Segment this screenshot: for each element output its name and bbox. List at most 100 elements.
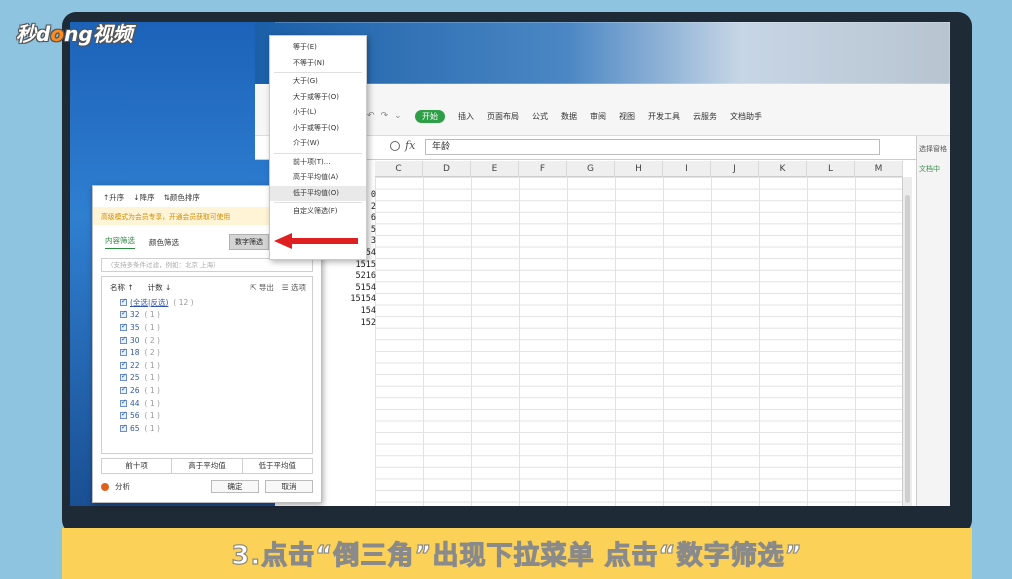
list-item[interactable]: 32 ( 1 ) [102, 309, 312, 322]
tab-content-filter[interactable]: 内容筛选 [105, 235, 135, 249]
checkbox[interactable] [120, 398, 127, 407]
tab-data[interactable]: 数据 [561, 111, 577, 122]
tab-page-layout[interactable]: 页面布局 [487, 111, 519, 122]
checkbox[interactable] [120, 297, 127, 306]
tab-developer[interactable]: 开发工具 [648, 111, 680, 122]
checkbox[interactable] [120, 372, 127, 382]
column-headers: C D E F G H I J K L M [375, 161, 903, 177]
item-count: ( 1 ) [144, 373, 160, 383]
list-item[interactable]: 56 ( 1 ) [102, 409, 312, 422]
checkbox[interactable] [120, 423, 127, 432]
tab-insert[interactable]: 插入 [458, 111, 474, 122]
checkbox[interactable] [120, 347, 127, 357]
sort-asc-button[interactable]: ↑升序 [103, 192, 124, 203]
menu-item-less[interactable]: 小于(L) [270, 105, 366, 121]
column-header[interactable]: F [519, 161, 567, 177]
item-label: 25 [130, 373, 140, 383]
above-average-button[interactable]: 高于平均值 [172, 459, 243, 473]
menu-item-above-average[interactable]: 高于平均值(A) [270, 170, 366, 186]
cell-value[interactable]: 152 [328, 318, 376, 330]
cancel-button[interactable]: 取消 [265, 480, 313, 493]
cell-value[interactable]: 5154 [328, 283, 376, 295]
menu-item-not-equals[interactable]: 不等于(N) [270, 56, 366, 72]
column-header[interactable]: H [615, 161, 663, 177]
logo-accent: o [50, 22, 65, 46]
menu-item-below-average[interactable]: 低于平均值(O) [270, 185, 366, 201]
list-item[interactable]: 65 ( 1 ) [102, 422, 312, 435]
zoom-icon[interactable] [390, 141, 400, 151]
column-header[interactable]: I [663, 161, 711, 177]
color-sort-button[interactable]: ⇅颜色排序 [164, 192, 200, 203]
name-sort-header[interactable]: 名称 ↑ [110, 282, 134, 293]
checkbox[interactable] [120, 410, 127, 420]
list-item[interactable]: 26 ( 1 ) [102, 384, 312, 397]
cell-value[interactable]: 154 [328, 306, 376, 318]
customize-icon[interactable]: ⌄ [394, 111, 402, 121]
fx-icon[interactable]: fx [405, 139, 415, 152]
item-label: 26 [130, 385, 140, 395]
menu-item-between[interactable]: 介于(W) [270, 136, 366, 152]
tab-formula[interactable]: 公式 [532, 111, 548, 122]
list-item[interactable]: 22 ( 1 ) [102, 359, 312, 372]
select-all-label[interactable]: (全选|反选) [130, 297, 168, 308]
tab-color-filter[interactable]: 颜色筛选 [149, 237, 179, 248]
checkbox[interactable] [120, 335, 127, 344]
undo-icon[interactable]: ↶ [367, 111, 375, 121]
list-item[interactable]: 18 ( 2 ) [102, 346, 312, 359]
number-filter-button[interactable]: 数字筛选 [229, 234, 269, 250]
menu-item-custom-filter[interactable]: 自定义筛选(F) [270, 204, 366, 220]
checkbox[interactable] [120, 322, 127, 331]
menu-item-equals[interactable]: 等于(E) [270, 40, 366, 56]
column-header[interactable]: J [711, 161, 759, 177]
column-header[interactable]: G [567, 161, 615, 177]
checkbox[interactable] [120, 360, 127, 369]
item-label: 44 [130, 398, 140, 408]
tab-cloud[interactable]: 云服务 [693, 111, 717, 122]
quick-filter-bar: 前十项 高于平均值 低于平均值 [101, 458, 313, 474]
filter-value-list: 名称 ↑ 计数 ↓ ⇱ 导出 ☰ 选项 (全选|反选) ( 12 ) 32 ( 1… [101, 276, 313, 454]
tab-home[interactable]: 开始 [415, 110, 445, 123]
analysis-link[interactable]: 分析 [115, 481, 130, 492]
cell-value[interactable]: 5216 [328, 271, 376, 283]
selection-pane-link[interactable]: 文档中 [919, 164, 948, 174]
column-header[interactable]: C [375, 161, 423, 177]
export-button[interactable]: ⇱ 导出 [250, 282, 274, 293]
list-item[interactable]: 44 ( 1 ) [102, 397, 312, 410]
vertical-scrollbar[interactable] [902, 177, 912, 506]
subtitle-banner: 3.点击“倒三角”出现下拉菜单 点击“数字筛选” [62, 528, 972, 579]
column-header[interactable]: E [471, 161, 519, 177]
column-header[interactable]: D [423, 161, 471, 177]
cell-value[interactable]: 1515 [328, 260, 376, 272]
column-header[interactable]: K [759, 161, 807, 177]
tab-view[interactable]: 视图 [619, 111, 635, 122]
checkbox[interactable] [120, 385, 127, 394]
cell-grid[interactable] [375, 177, 903, 506]
select-all-item[interactable]: (全选|反选) ( 12 ) [102, 296, 312, 309]
sort-desc-button[interactable]: ↓降序 [133, 192, 154, 203]
menu-item-greater[interactable]: 大于(G) [270, 74, 366, 90]
options-button[interactable]: ☰ 选项 [282, 282, 306, 293]
top10-button[interactable]: 前十项 [102, 459, 173, 473]
list-item[interactable]: 25 ( 1 ) [102, 372, 312, 385]
below-average-button[interactable]: 低于平均值 [243, 459, 312, 473]
count-sort-header[interactable]: 计数 ↓ [148, 282, 172, 293]
formula-input[interactable]: 年龄 [425, 139, 880, 155]
brand-logo: 秒dong视频 [16, 18, 133, 47]
ok-button[interactable]: 确定 [211, 480, 259, 493]
tab-review[interactable]: 审阅 [590, 111, 606, 122]
menu-item-top10[interactable]: 前十项(T)... [270, 155, 366, 171]
list-item[interactable]: 30 ( 2 ) [102, 334, 312, 347]
column-header[interactable]: M [855, 161, 903, 177]
column-header[interactable]: L [807, 161, 855, 177]
filter-search-input[interactable]: （支持多条件过滤，例如：北京 上海） [101, 258, 313, 272]
menu-item-less-equal[interactable]: 小于或等于(Q) [270, 121, 366, 137]
checkbox[interactable] [120, 309, 127, 319]
red-arrow-annotation [274, 233, 358, 249]
redo-icon[interactable]: ↷ [381, 111, 389, 121]
item-count: ( 1 ) [144, 398, 160, 408]
analysis-icon[interactable] [101, 482, 109, 491]
tab-doc-assistant[interactable]: 文档助手 [730, 111, 762, 122]
menu-item-greater-equal[interactable]: 大于或等于(O) [270, 90, 366, 106]
list-item[interactable]: 35 ( 1 ) [102, 321, 312, 334]
cell-value[interactable]: 15154 [328, 294, 376, 306]
